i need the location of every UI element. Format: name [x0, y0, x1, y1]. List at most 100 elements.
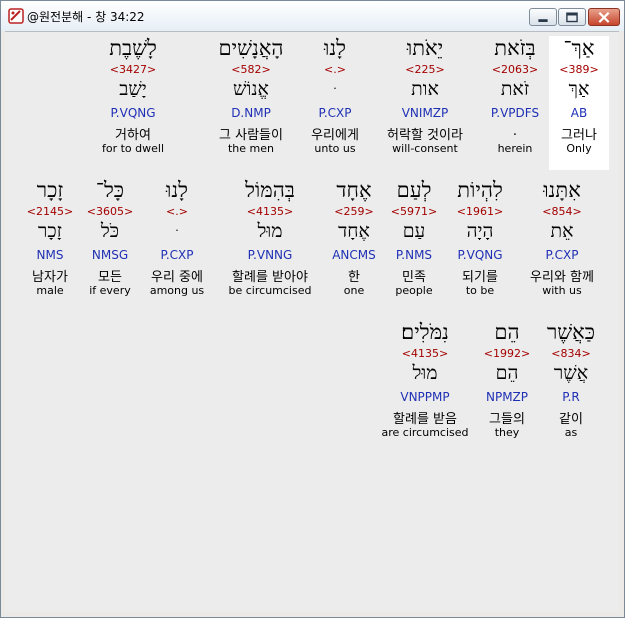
hebrew-word: נִמֹּלִים׃: [401, 320, 449, 344]
minimize-button[interactable]: [529, 8, 557, 26]
lemma: יָשַׁב: [119, 78, 147, 100]
hebrew-word: הָאֲנָשִׁים: [218, 36, 284, 60]
parsing-code: D.NMP: [231, 106, 271, 120]
korean-gloss: .: [512, 124, 518, 139]
korean-gloss: 그러나: [561, 128, 597, 143]
strong-number[interactable]: <2063>: [479, 63, 551, 76]
strong-number[interactable]: <1992>: [477, 347, 537, 360]
lemma: ּ: [301, 78, 369, 101]
lemma: אַךְ: [568, 78, 590, 100]
hebrew-word: אֶחָד: [336, 178, 372, 202]
parsing-code: P.VNNG: [247, 248, 293, 262]
korean-gloss: 거하여: [115, 128, 151, 143]
lemma: זָכָר: [38, 220, 62, 242]
english-gloss: as: [564, 426, 578, 439]
parsing-code: ANCMS: [332, 248, 376, 262]
parsing-code: VNPPMP: [400, 390, 450, 404]
hebrew-word: לָנוּ: [165, 178, 189, 202]
english-gloss: herein: [497, 142, 533, 155]
english-gloss: Only: [566, 142, 592, 155]
hebrew-word: לָנוּ: [323, 36, 347, 60]
english-gloss: one: [343, 284, 365, 297]
parsing-code: P.CXP: [545, 248, 579, 262]
strong-number[interactable]: <834>: [539, 347, 603, 360]
korean-gloss: 되기를: [462, 270, 498, 285]
lemma: ּ: [143, 220, 211, 243]
english-gloss: will-consent: [392, 142, 458, 155]
strong-number[interactable]: <.>: [143, 205, 211, 218]
korean-gloss: 우리에게: [311, 128, 359, 143]
parsing-code: P.CXP: [318, 106, 352, 120]
korean-gloss: 모든: [98, 270, 122, 285]
window: @원전분해 - 창 34:22 אַךְ־ <389> אַךְ AB 그러나: [0, 0, 625, 618]
parsing-code: AB: [570, 106, 588, 120]
title-bar[interactable]: @원전분해 - 창 34:22: [1, 1, 624, 31]
word-block[interactable]: אַךְ־ <389> אַךְ AB 그러나 Only: [549, 36, 609, 170]
strong-number[interactable]: <3605>: [83, 205, 137, 218]
hebrew-word: בְּזֹאת: [494, 36, 536, 60]
strong-number[interactable]: <3427>: [95, 63, 171, 76]
strong-number[interactable]: <2145>: [23, 205, 77, 218]
parsing-code: P.NMS: [395, 248, 433, 262]
korean-gloss: 우리와 함께: [530, 270, 594, 285]
lemma: עַם: [402, 220, 426, 242]
hebrew-word: לָשֶׁבֶת: [109, 36, 157, 60]
english-gloss: male: [36, 284, 64, 297]
strong-number[interactable]: <259>: [325, 205, 383, 218]
english-gloss: with us: [542, 284, 582, 297]
hebrew-word: לִהְיוֹת: [457, 178, 503, 202]
lemma: הֵם: [495, 362, 519, 384]
strong-number[interactable]: <.>: [301, 63, 369, 76]
hebrew-word: זָכָר: [36, 178, 64, 202]
strong-number[interactable]: <225>: [371, 63, 479, 76]
parsing-code: P.VQNG: [110, 106, 156, 120]
lemma: אֶחָד: [338, 220, 370, 242]
english-gloss: they: [494, 426, 520, 439]
hebrew-word: כַּאֲשֶׁר: [546, 320, 596, 344]
english-gloss: for to dwell: [101, 142, 165, 155]
strong-number[interactable]: <5971>: [385, 205, 443, 218]
parsing-code: NMS: [36, 248, 64, 262]
korean-gloss: 허락할 것이라: [387, 128, 463, 143]
korean-gloss: 할례를 받아야: [232, 270, 308, 285]
parsing-code: VNIMZP: [401, 106, 449, 120]
parsing-code: NMSG: [91, 248, 129, 262]
korean-gloss: 민족: [402, 270, 426, 285]
lemma: מוּל: [257, 220, 283, 242]
close-icon: [598, 11, 610, 23]
lemma: הָיָה: [466, 220, 494, 242]
english-gloss: among us: [149, 284, 205, 297]
english-gloss: are circumcised: [381, 426, 469, 439]
parsing-code: P.VQNG: [457, 248, 503, 262]
korean-gloss: 같이: [559, 412, 583, 427]
maximize-icon: [566, 12, 578, 23]
parsing-code: P.CXP: [160, 248, 194, 262]
lemma: כֹּל: [100, 220, 120, 242]
strong-number[interactable]: <582>: [203, 63, 299, 76]
lemma: זֹאת: [500, 78, 530, 100]
english-gloss: to be: [465, 284, 495, 297]
strong-number[interactable]: <4135>: [219, 205, 321, 218]
minimize-icon: [538, 19, 548, 22]
parsing-code: P.R: [562, 390, 580, 404]
window-title: @원전분해 - 창 34:22: [27, 10, 145, 24]
hebrew-word: יֵאֹתוּ: [406, 36, 444, 60]
close-button[interactable]: [588, 8, 620, 26]
app-icon: [8, 8, 24, 24]
maximize-button[interactable]: [558, 8, 586, 26]
hebrew-word: בְּהִמּוֹל: [245, 178, 295, 202]
english-gloss: the men: [227, 142, 274, 155]
strong-number[interactable]: <389>: [549, 63, 609, 76]
korean-gloss: 남자가: [32, 270, 68, 285]
hebrew-word: הֵם: [494, 320, 520, 344]
lemma: אֵת: [550, 220, 574, 242]
lemma: מוּל: [412, 362, 438, 384]
hebrew-word: כָּל־: [95, 178, 125, 202]
english-gloss: if every: [89, 284, 131, 297]
parsing-code: P.VPDFS: [490, 106, 540, 120]
hebrew-word: אַךְ־: [563, 36, 595, 60]
strong-number[interactable]: <4135>: [375, 347, 475, 360]
hebrew-word: לְעַם: [396, 178, 432, 202]
strong-number[interactable]: <854>: [519, 205, 605, 218]
strong-number[interactable]: <1961>: [447, 205, 513, 218]
